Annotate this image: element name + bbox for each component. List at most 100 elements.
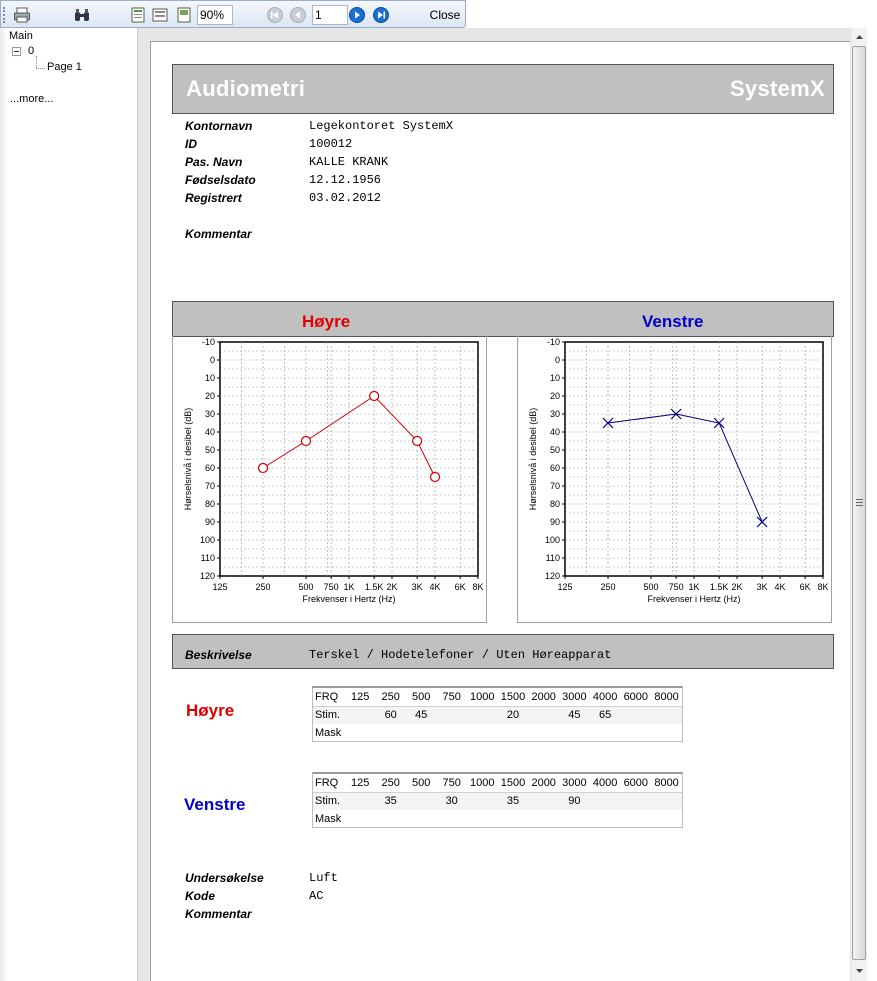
page-setup-button[interactable]: [151, 6, 169, 24]
y-tick-label: 100: [200, 535, 215, 545]
x-tick-label: 3K: [757, 582, 768, 592]
toolbar-grip[interactable]: [3, 7, 6, 23]
x-axis-label: Frekvenser i Hertz (Hz): [302, 594, 395, 604]
mask-row: Mask: [313, 724, 682, 742]
mask-cell: [590, 724, 621, 742]
mask-cell: [620, 810, 651, 828]
mask-cell: [436, 724, 467, 742]
stim-cell: [589, 792, 621, 810]
tree-item-page-1[interactable]: Page 1: [47, 61, 82, 73]
x-tick-label: 750: [324, 582, 339, 592]
kode-label: Kode: [185, 889, 215, 903]
first-page-icon: [267, 7, 283, 23]
x-tick-label: 2K: [386, 582, 397, 592]
report-page: Audiometri SystemX Kontornavn Legekontor…: [150, 41, 850, 981]
frq-row-label: FRQ: [313, 688, 345, 707]
page-view-icon: [131, 7, 145, 23]
page-setup-icon: [152, 8, 168, 22]
frq-cell: 4000: [589, 688, 621, 707]
stim-cell: [620, 706, 652, 724]
zoom-input[interactable]: [197, 5, 233, 25]
report-viewer-window: Close Main 0 Page 1 ...more... Audiometr…: [0, 0, 877, 981]
single-page-button[interactable]: [129, 6, 147, 24]
first-page-button[interactable]: [266, 6, 284, 24]
frq-cell: 3000: [559, 688, 590, 707]
stim-cell: 20: [497, 706, 529, 724]
frq-cell: 8000: [651, 774, 682, 793]
scroll-up-arrow-icon[interactable]: [851, 30, 868, 44]
frq-cell: 2000: [528, 774, 560, 793]
x-tick-label: 4K: [429, 582, 440, 592]
x-tick-label: 750: [669, 582, 684, 592]
kommentar-label: Kommentar: [185, 227, 252, 241]
zoom-options-button[interactable]: [175, 6, 193, 24]
x-tick-label: 500: [298, 582, 313, 592]
mask-cell: [590, 810, 621, 828]
x-tick-label: 6K: [800, 582, 811, 592]
scroll-down-arrow-icon[interactable]: [851, 964, 868, 978]
left-ear-audiogram: -10 0 10 20 30 40 50 60 70 80 90 100 110 120 125 250 500…: [517, 336, 832, 623]
stim-cell: 35: [375, 792, 406, 810]
tree-more-link[interactable]: ...more...: [10, 93, 53, 105]
page-number-input[interactable]: [312, 5, 348, 25]
y-tick-label: 30: [550, 409, 560, 419]
field-label-id: ID: [185, 137, 197, 151]
data-point-circle: [429, 471, 441, 483]
scroll-thumb[interactable]: [852, 46, 866, 960]
report-viewport[interactable]: Audiometri SystemX Kontornavn Legekontor…: [138, 28, 850, 981]
last-page-button[interactable]: [372, 6, 390, 24]
frq-cell: 750: [436, 688, 467, 707]
collapse-toggle-icon[interactable]: [12, 47, 21, 56]
mask-cell: [406, 724, 437, 742]
data-point-circle: [369, 390, 380, 402]
mask-cell: [406, 810, 437, 828]
close-button[interactable]: Close: [423, 5, 467, 25]
stim-cell: [466, 792, 498, 810]
x-tick-label: 4K: [774, 582, 785, 592]
y-tick-label: 0: [555, 355, 560, 365]
frq-cell: 125: [344, 774, 376, 793]
frq-cell: 6000: [620, 774, 652, 793]
right-ear-audiogram: -10 0 10 20 30 40 50 60 70 80 90 100 110 120 125 250 500…: [172, 336, 487, 623]
field-value-pas-navn: KALLE KRANK: [309, 155, 389, 169]
frq-cell: 1000: [466, 774, 498, 793]
frq-cell: 1500: [497, 688, 529, 707]
right-ear-table: FRQ 125 250 500 750 1000 1500 2000 3000 4000 6000 8…: [313, 688, 682, 742]
y-tick-label: 70: [550, 481, 560, 491]
frq-cell: 750: [436, 774, 467, 793]
stim-cell: 30: [436, 792, 467, 810]
frq-cell: 500: [405, 774, 437, 793]
mask-cell: [375, 810, 406, 828]
binoculars-icon: [75, 9, 89, 21]
x-tick-label: 125: [212, 582, 227, 592]
tree-node-0[interactable]: 0: [28, 45, 34, 57]
y-tick-label: 110: [201, 553, 215, 563]
y-tick-label: -10: [547, 337, 560, 347]
undersokelse-label: Undersøkelse: [185, 871, 264, 885]
mask-cell: [467, 810, 498, 828]
stim-cell: [344, 706, 376, 724]
x-tick-label: 500: [643, 582, 658, 592]
tree-root-main[interactable]: Main: [9, 30, 33, 42]
print-button[interactable]: [13, 6, 31, 24]
frq-cell: 2000: [528, 688, 560, 707]
panel-edge: [0, 28, 6, 981]
data-point-circle: [412, 435, 423, 447]
frq-row-label: FRQ: [313, 774, 345, 793]
find-button[interactable]: [73, 6, 91, 24]
mask-cell: [528, 810, 559, 828]
kode-value: AC: [309, 889, 324, 903]
next-page-button[interactable]: [348, 6, 366, 24]
previous-page-button[interactable]: [289, 6, 307, 24]
mask-row: Mask: [313, 810, 682, 828]
y-tick-label: 90: [205, 517, 215, 527]
x-tick-label: 1K: [343, 582, 354, 592]
frq-cell: 1000: [466, 688, 498, 707]
y-tick-label: 40: [205, 427, 215, 437]
stim-cell: [651, 706, 682, 724]
vertical-scrollbar[interactable]: [850, 28, 867, 981]
kommentar-2-label: Kommentar: [185, 907, 252, 921]
mask-cell: [498, 810, 529, 828]
field-value-kontornavn: Legekontoret SystemX: [309, 119, 454, 133]
y-tick-label: 80: [205, 499, 215, 509]
